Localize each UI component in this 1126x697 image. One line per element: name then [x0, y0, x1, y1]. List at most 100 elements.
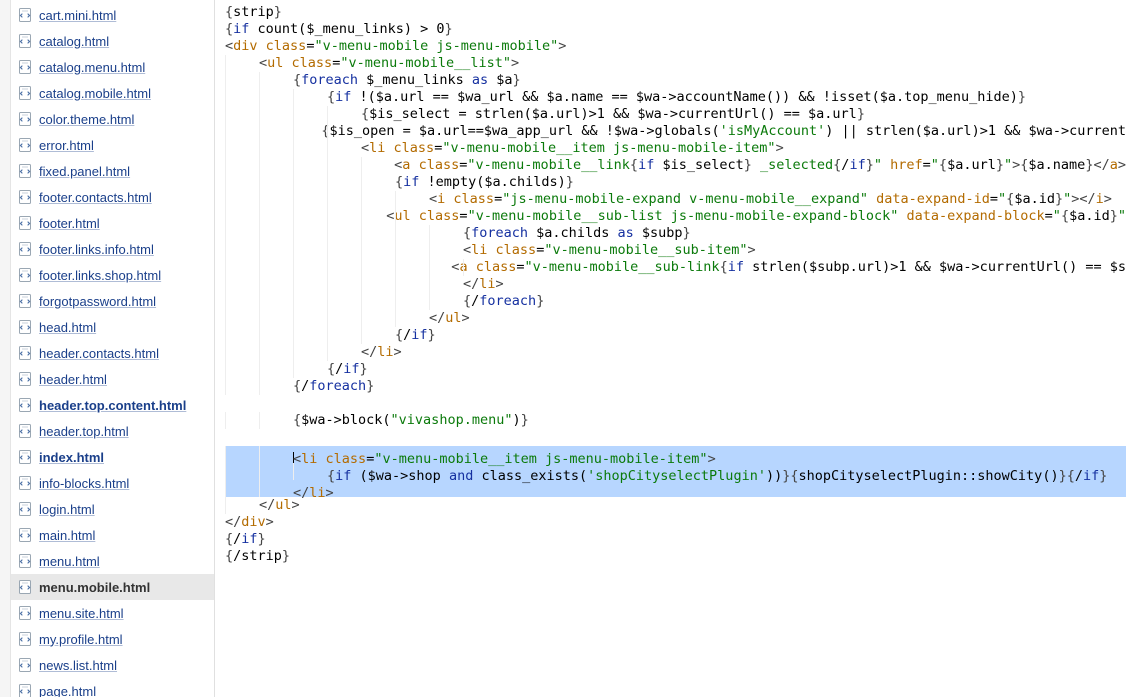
html-file-icon — [17, 605, 33, 621]
file-label: catalog.mobile.html — [39, 86, 151, 101]
file-item[interactable]: catalog.html — [11, 28, 214, 54]
left-gutter — [0, 0, 11, 697]
file-item[interactable]: login.html — [11, 496, 214, 522]
file-item[interactable]: header.top.html — [11, 418, 214, 444]
code-line[interactable]: <ul class="v-menu-mobile__sub-list js-me… — [225, 208, 1126, 225]
file-item[interactable]: forgotpassword.html — [11, 288, 214, 314]
file-item[interactable]: menu.mobile.html — [11, 574, 214, 600]
file-item[interactable]: news.list.html — [11, 652, 214, 678]
file-label: cart.mini.html — [39, 8, 116, 23]
code-text: {$wa->block("vivashop.menu")} — [293, 412, 529, 429]
code-line[interactable]: {$is_select = strlen($a.url)>1 && $wa->c… — [225, 106, 1126, 123]
html-file-icon — [17, 501, 33, 517]
html-file-icon — [17, 475, 33, 491]
code-line[interactable]: {/foreach} — [225, 293, 1126, 310]
code-text: <i class="js-menu-mobile-expand v-menu-m… — [429, 191, 1112, 208]
code-line[interactable]: <li class="v-menu-mobile__item js-menu-m… — [225, 140, 1126, 157]
file-item[interactable]: footer.links.info.html — [11, 236, 214, 262]
code-line[interactable]: <a class="v-menu-mobile__link{if $is_sel… — [225, 157, 1126, 174]
code-text: {/if} — [395, 327, 436, 344]
code-line[interactable]: <i class="js-menu-mobile-expand v-menu-m… — [225, 191, 1126, 208]
file-label: login.html — [39, 502, 95, 517]
code-text: {foreach $_menu_links as $a} — [293, 72, 521, 89]
file-label: footer.contacts.html — [39, 190, 152, 205]
code-line[interactable]: {if count($_menu_links) > 0} — [225, 21, 1126, 38]
file-item[interactable]: head.html — [11, 314, 214, 340]
code-text: <li class="v-menu-mobile__sub-item"> — [463, 242, 756, 259]
file-item[interactable]: header.contacts.html — [11, 340, 214, 366]
file-label: main.html — [39, 528, 95, 543]
file-item[interactable]: my.profile.html — [11, 626, 214, 652]
code-text: </li> — [463, 276, 504, 293]
code-line[interactable]: {/foreach} — [225, 378, 1126, 395]
html-file-icon — [17, 397, 33, 413]
file-label: footer.links.shop.html — [39, 268, 161, 283]
file-item[interactable]: error.html — [11, 132, 214, 158]
code-line[interactable]: </ul> — [225, 310, 1126, 327]
file-label: footer.html — [39, 216, 100, 231]
code-line[interactable]: {$wa->block("vivashop.menu")} — [225, 412, 1126, 429]
code-text: <ul class="v-menu-mobile__sub-list js-me… — [386, 208, 1126, 225]
code-text: <a class="v-menu-mobile__link{if $is_sel… — [394, 157, 1126, 174]
html-file-icon — [17, 371, 33, 387]
html-file-icon — [17, 59, 33, 75]
file-item[interactable]: footer.contacts.html — [11, 184, 214, 210]
file-item[interactable]: fixed.panel.html — [11, 158, 214, 184]
html-file-icon — [17, 423, 33, 439]
file-item[interactable]: footer.links.shop.html — [11, 262, 214, 288]
file-item[interactable]: color.theme.html — [11, 106, 214, 132]
code-line[interactable]: {$is_open = $a.url==$wa_app_url && !$wa-… — [225, 123, 1126, 140]
code-line[interactable]: </li> — [225, 344, 1126, 361]
code-line[interactable]: {/if} — [225, 361, 1126, 378]
code-line[interactable]: {/if} — [225, 531, 1126, 548]
code-text: <ul class="v-menu-mobile__list"> — [259, 55, 519, 72]
html-file-icon — [17, 7, 33, 23]
file-item[interactable]: info-blocks.html — [11, 470, 214, 496]
code-line[interactable] — [225, 429, 1126, 446]
file-label: header.top.content.html — [39, 398, 186, 413]
code-line[interactable]: <li class="v-menu-mobile__item js-menu-m… — [225, 446, 1126, 463]
file-item[interactable]: header.top.content.html — [11, 392, 214, 418]
code-line[interactable]: </ul> — [225, 497, 1126, 514]
file-label: index.html — [39, 450, 104, 465]
file-label: header.top.html — [39, 424, 129, 439]
code-line[interactable]: {foreach $_menu_links as $a} — [225, 72, 1126, 89]
code-text: <div class="v-menu-mobile js-menu-mobile… — [225, 38, 566, 55]
html-file-icon — [17, 345, 33, 361]
html-file-icon — [17, 631, 33, 647]
file-item[interactable]: main.html — [11, 522, 214, 548]
code-line[interactable]: <div class="v-menu-mobile js-menu-mobile… — [225, 38, 1126, 55]
code-line[interactable]: {/if} — [225, 327, 1126, 344]
code-line[interactable]: {if !($a.url == $wa_url && $a.name == $w… — [225, 89, 1126, 106]
code-line[interactable]: {foreach $a.childs as $subp} — [225, 225, 1126, 242]
code-line[interactable]: {if ($wa->shop and class_exists('shopCit… — [225, 463, 1126, 480]
code-text: {/if} — [327, 361, 368, 378]
file-item[interactable]: menu.site.html — [11, 600, 214, 626]
file-item[interactable]: index.html — [11, 444, 214, 470]
file-label: footer.links.info.html — [39, 242, 154, 257]
file-label: catalog.html — [39, 34, 109, 49]
file-item[interactable]: catalog.menu.html — [11, 54, 214, 80]
file-label: fixed.panel.html — [39, 164, 130, 179]
html-file-icon — [17, 579, 33, 595]
code-line[interactable] — [225, 395, 1126, 412]
code-line[interactable]: {if !empty($a.childs)} — [225, 174, 1126, 191]
code-line[interactable]: <li class="v-menu-mobile__sub-item"> — [225, 242, 1126, 259]
code-line[interactable]: <a class="v-menu-mobile__sub-link{if str… — [225, 259, 1126, 276]
code-line[interactable]: <ul class="v-menu-mobile__list"> — [225, 55, 1126, 72]
file-tree[interactable]: cart.mini.html catalog.html catalog.menu.h… — [11, 0, 215, 697]
code-editor[interactable]: {strip}{if count($_menu_links) > 0}<div … — [215, 0, 1126, 697]
code-line[interactable]: {strip} — [225, 4, 1126, 21]
file-item[interactable]: menu.html — [11, 548, 214, 574]
file-item[interactable]: header.html — [11, 366, 214, 392]
file-item[interactable]: page.html — [11, 678, 214, 697]
file-item[interactable]: cart.mini.html — [11, 2, 214, 28]
file-item[interactable]: footer.html — [11, 210, 214, 236]
code-line[interactable]: {/strip} — [225, 548, 1126, 565]
code-line[interactable]: </div> — [225, 514, 1126, 531]
code-text: <a class="v-menu-mobile__sub-link{if str… — [451, 259, 1126, 276]
code-line[interactable]: </li> — [225, 276, 1126, 293]
file-item[interactable]: catalog.mobile.html — [11, 80, 214, 106]
code-text: </li> — [361, 344, 402, 361]
html-file-icon — [17, 449, 33, 465]
